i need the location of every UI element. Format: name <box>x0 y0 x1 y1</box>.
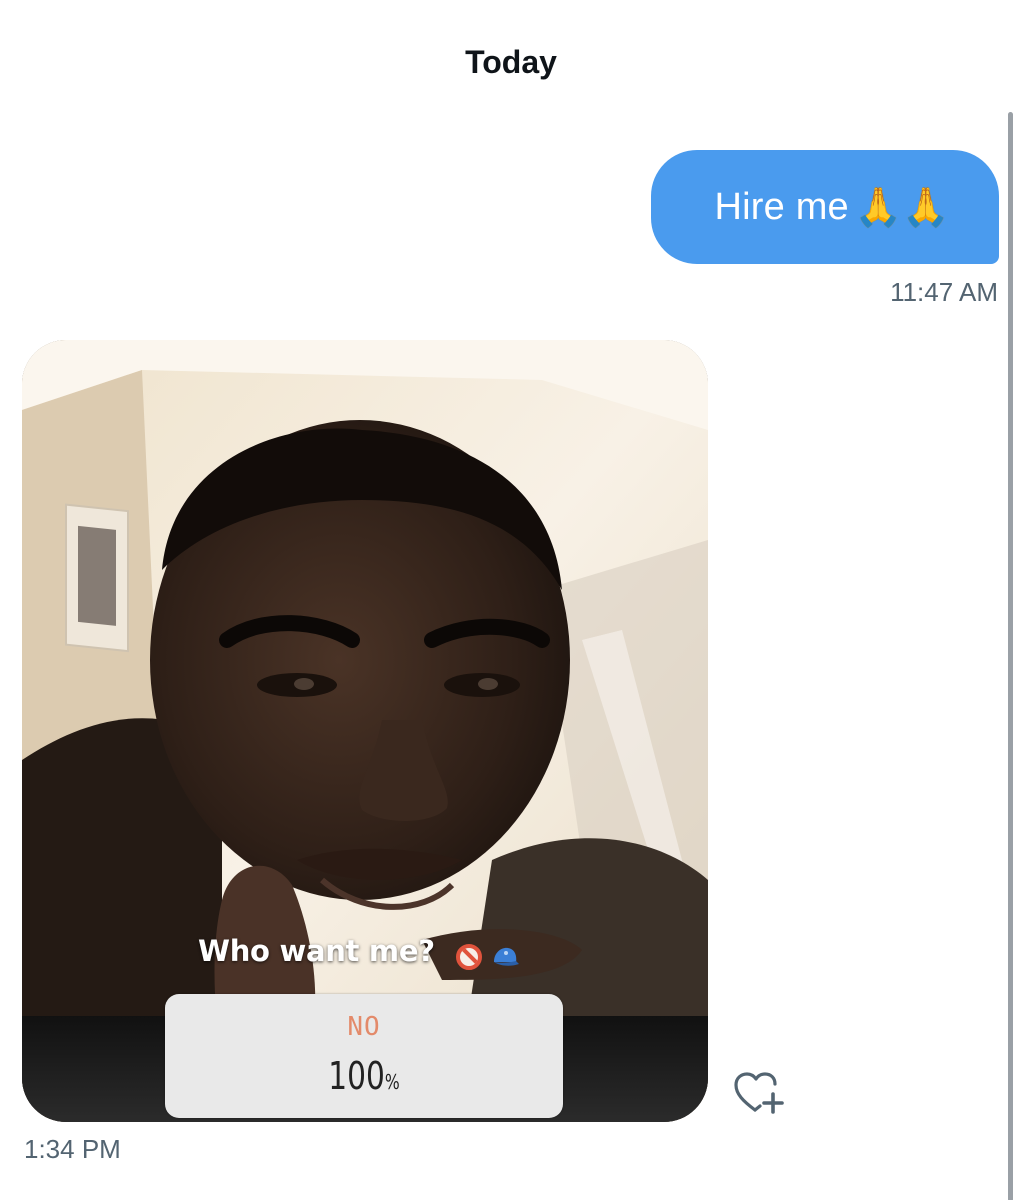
poll-option-label: NO <box>347 1012 381 1042</box>
no-entry-icon <box>456 944 482 970</box>
date-header: Today <box>465 44 557 80</box>
folded-hands-emoji: 🙏🙏 <box>854 184 950 229</box>
received-message-time: 1:34 PM <box>24 1134 121 1164</box>
poll-percent: 100% <box>209 1054 519 1098</box>
scrollbar[interactable] <box>1008 112 1013 1200</box>
poll-percent-number: 100 <box>328 1054 385 1098</box>
poll-percent-sign: % <box>384 1070 400 1094</box>
heart-plus-icon[interactable] <box>733 1070 787 1116</box>
blue-cap-icon <box>494 947 519 966</box>
sent-message-text: Hire me <box>714 185 849 228</box>
sent-message-time: 11:47 AM <box>890 277 998 307</box>
story-caption: Who want me? <box>198 934 435 968</box>
dm-conversation-screen: Today Hire me 🙏🙏 11:47 AM Who want me? N… <box>0 0 1022 1200</box>
sent-message-bubble[interactable]: Hire me 🙏🙏 <box>651 150 999 264</box>
poll-result-box: NO 100% <box>165 994 563 1118</box>
